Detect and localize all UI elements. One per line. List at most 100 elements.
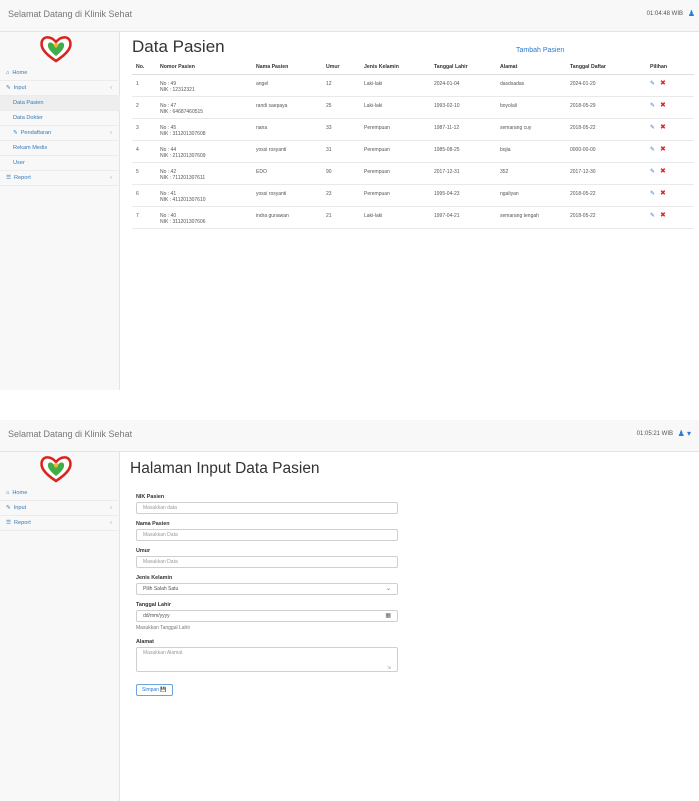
brand-title[interactable]: Selamat Datang di Klinik Sehat	[8, 9, 132, 19]
cell-nomor: No : 40 NIK : 311201307606	[156, 206, 252, 229]
calendar-icon[interactable]: ▦	[385, 611, 391, 622]
edit-icon[interactable]: ✎	[650, 169, 655, 175]
table-row: 7 No : 40 NIK : 311201307606 indra gunawa…	[132, 206, 694, 229]
sidebar-item-label: User	[13, 160, 25, 166]
sidebar-item-user[interactable]: User	[0, 156, 120, 171]
edit-icon: ✎	[13, 130, 18, 136]
cell-alamat: semarang cuy	[496, 118, 566, 141]
delete-icon[interactable]: ✖	[660, 146, 666, 153]
cell-alamat: dasdsadas	[496, 74, 566, 97]
edit-icon[interactable]: ✎	[650, 213, 655, 219]
save-button[interactable]: Simpan 💾	[136, 684, 173, 696]
cell-jenis-kelamin: Perempuan	[360, 118, 430, 141]
sidebar-item-data-pasien[interactable]: Data Pasien	[0, 96, 120, 111]
cell-no: 1	[132, 74, 156, 97]
sidebar-nav: ⌂ Home ✎ Input ‹ ☰ Report ‹	[0, 486, 120, 531]
tanggal-lahir-label: Tanggal Lahir	[136, 602, 171, 608]
patient-table: No. Nomor Pasien Nama Pasien Umur Jenis …	[132, 60, 694, 229]
edit-icon[interactable]: ✎	[650, 125, 655, 131]
cell-actions: ✎ ✖	[646, 74, 694, 97]
nama-placeholder: Masukkan Data	[143, 532, 178, 538]
patient-number: No : 47	[160, 102, 177, 109]
umur-input[interactable]: Masukkan Data	[136, 556, 398, 568]
cell-nomor: No : 42 NIK : 711201307611	[156, 162, 252, 185]
patient-nik: NIK : 711201307611	[160, 175, 206, 181]
cell-jenis-kelamin: Perempuan	[360, 140, 430, 163]
home-icon: ⌂	[6, 70, 10, 76]
sidebar: ⌂ Home ✎ Input ‹ Data Pasien Data Dokter ✎ P…	[0, 32, 120, 390]
edit-icon[interactable]: ✎	[650, 103, 655, 109]
cell-nomor: No : 47 NIK : 64687460515	[156, 96, 252, 119]
cell-umur: 90	[322, 162, 360, 185]
add-patient-link[interactable]: Tambah Pasien	[516, 47, 564, 54]
delete-icon[interactable]: ✖	[660, 168, 666, 175]
clinic-logo	[40, 36, 72, 63]
column-header: Alamat	[496, 60, 566, 75]
sidebar-item-home[interactable]: ⌂ Home	[0, 66, 120, 81]
table-row: 3 No : 45 NIK : 311201307608 nana 33 Pere…	[132, 118, 694, 141]
jenis-kelamin-select[interactable]: Pilih Salah Satu ⌄	[136, 583, 398, 595]
sidebar-item-label: Report	[14, 175, 31, 181]
cell-jenis-kelamin: Perempuan	[360, 162, 430, 185]
top-navbar: Selamat Datang di Klinik Sehat 01:04:48 …	[0, 0, 699, 32]
sidebar-item-label: Rekam Medis	[13, 145, 48, 151]
cell-nama: randi saepaya	[252, 96, 322, 119]
patient-nik: NIK : 211201307609	[160, 153, 206, 159]
delete-icon[interactable]: ✖	[660, 102, 666, 109]
sidebar-item-label: Data Dokter	[13, 115, 43, 121]
cell-nama: yossi rosyanti	[252, 140, 322, 163]
sidebar-item-rekam-medis[interactable]: Rekam Medis	[0, 141, 120, 156]
sidebar-item-input[interactable]: ✎ Input ‹	[0, 501, 120, 516]
cell-tanggal-daftar: 0000-00-00	[566, 140, 646, 163]
sidebar-item-report[interactable]: ☰ Report ‹	[0, 516, 120, 531]
cell-nomor: No : 44 NIK : 211201307609	[156, 140, 252, 163]
chevron-down-icon: ⌄	[385, 586, 391, 592]
edit-icon[interactable]: ✎	[650, 147, 655, 153]
edit-icon[interactable]: ✎	[650, 81, 655, 87]
user-menu-icon[interactable]: ♟ ▾	[678, 429, 691, 438]
cell-jenis-kelamin: Perempuan	[360, 184, 430, 207]
sidebar-item-input[interactable]: ✎ Input ‹	[0, 81, 120, 96]
cell-no: 3	[132, 118, 156, 141]
cell-actions: ✎ ✖	[646, 162, 694, 185]
delete-icon[interactable]: ✖	[660, 124, 666, 131]
alamat-textarea[interactable]: Masukkan Alamat ⇲	[136, 647, 398, 672]
tanggal-lahir-placeholder: dd/mm/yyyy	[143, 613, 170, 619]
cell-actions: ✎ ✖	[646, 206, 694, 229]
jenis-kelamin-value: Pilih Salah Satu	[143, 586, 179, 592]
cell-tanggal-daftar: 2018-05-22	[566, 206, 646, 229]
tanggal-lahir-input[interactable]: dd/mm/yyyy ▦	[136, 610, 398, 622]
brand-title[interactable]: Selamat Datang di Klinik Sehat	[8, 429, 132, 439]
table-header-row: No. Nomor Pasien Nama Pasien Umur Jenis …	[132, 60, 694, 75]
edit-icon[interactable]: ✎	[650, 191, 655, 197]
nama-input[interactable]: Masukkan Data	[136, 529, 398, 541]
clock: 01:05:21 WIB	[636, 431, 673, 437]
sidebar-item-label: Input	[13, 85, 27, 91]
sidebar-item-label: Pendaftaran	[20, 130, 52, 136]
list-icon: ☰	[6, 520, 12, 526]
sidebar-item-pendaftaran[interactable]: ✎ Pendaftaran ‹	[0, 126, 120, 141]
delete-icon[interactable]: ✖	[660, 190, 666, 197]
user-icon[interactable]: ♟	[688, 9, 695, 18]
jenis-kelamin-label: Jenis Kelamin	[136, 575, 173, 581]
delete-icon[interactable]: ✖	[660, 212, 666, 219]
delete-icon[interactable]: ✖	[660, 80, 666, 87]
sidebar-item-report[interactable]: ☰ Report ‹	[0, 171, 120, 186]
sidebar-item-label: Data Pasien	[13, 100, 44, 106]
cell-no: 5	[132, 162, 156, 185]
cell-nama: nana	[252, 118, 322, 141]
nik-input[interactable]: Masukkan data	[136, 502, 398, 514]
tanggal-lahir-help: Masukkan Tanggal Lahir	[136, 625, 191, 631]
chevron-left-icon: ‹	[110, 130, 112, 136]
column-header: Nomor Pasien	[156, 60, 252, 75]
patient-number: No : 49	[160, 80, 177, 87]
sidebar-item-data-dokter[interactable]: Data Dokter	[0, 111, 120, 126]
table-row: 1 No : 49 NIK : 12312321 angel 12 Laki-la…	[132, 74, 694, 97]
patient-number: No : 44	[160, 146, 177, 153]
cell-nomor: No : 41 NIK : 411201307610	[156, 184, 252, 207]
resize-handle-icon[interactable]: ⇲	[387, 663, 391, 674]
sidebar-item-home[interactable]: ⌂ Home	[0, 486, 120, 501]
sidebar-item-label: Report	[14, 520, 31, 526]
top-navbar: Selamat Datang di Klinik Sehat 01:05:21 …	[0, 420, 699, 452]
cell-umur: 25	[322, 96, 360, 119]
